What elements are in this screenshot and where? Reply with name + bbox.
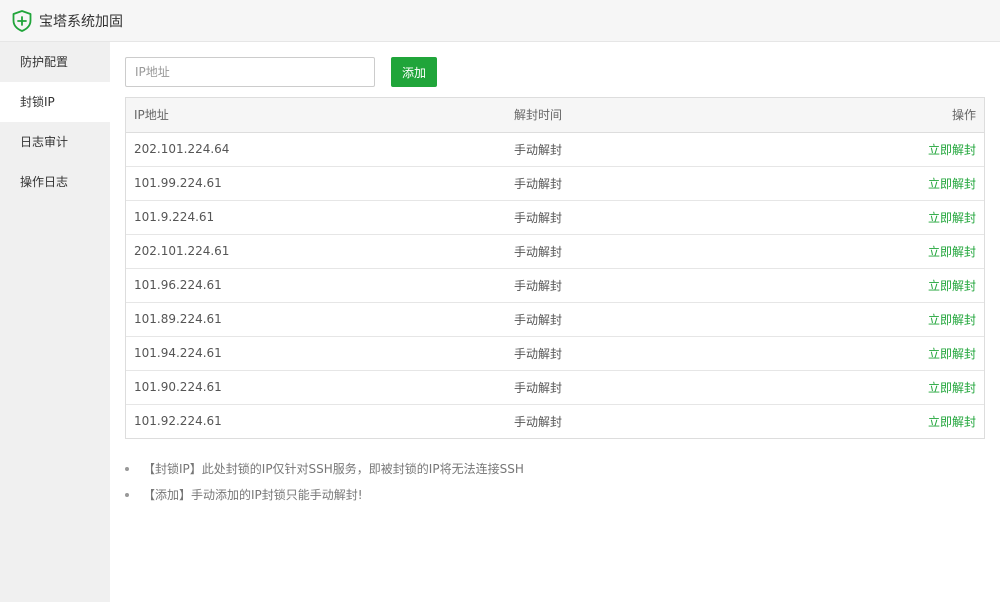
toolbar: 添加 [125, 57, 437, 87]
header-action: 操作 [886, 98, 984, 133]
tip-item-add: 【添加】手动添加的IP封锁只能手动解封! [125, 482, 524, 508]
window-title: 宝塔系统加固 [39, 13, 123, 30]
cell-ip: 101.9.224.61 [126, 200, 506, 235]
table-row: 202.101.224.61 手动解封 立即解封 [126, 234, 984, 269]
blocked-ip-table: IP地址 解封时间 操作 202.101.224.64 手动解封 立即解封 10… [125, 97, 985, 439]
cell-ip: 101.99.224.61 [126, 166, 506, 201]
sidebar-item-protection-config[interactable]: 防护配置 [0, 42, 110, 82]
sidebar-item-operation-log[interactable]: 操作日志 [0, 162, 110, 202]
title-bar: 宝塔系统加固 [0, 0, 1000, 42]
header-unlock-time: 解封时间 [506, 98, 886, 133]
cell-ip: 202.101.224.64 [126, 132, 506, 167]
cell-ip: 101.90.224.61 [126, 370, 506, 405]
unblock-now-link[interactable]: 立即解封 [928, 347, 976, 361]
sidebar-item-block-ip[interactable]: 封锁IP [0, 82, 110, 122]
cell-unlock-time: 手动解封 [514, 414, 563, 429]
shield-plus-icon [12, 9, 32, 32]
table-header-row: IP地址 解封时间 操作 [126, 98, 984, 133]
cell-unlock-time: 手动解封 [506, 200, 886, 235]
cell-unlock-time: 手动解封 [506, 336, 886, 371]
add-button[interactable]: 添加 [391, 57, 437, 87]
cell-unlock-time: 手动解封 [506, 268, 886, 303]
cell-ip: 101.89.224.61 [126, 302, 506, 337]
table-row: 101.9.224.61 手动解封 立即解封 [126, 200, 984, 235]
unblock-now-link[interactable]: 立即解封 [928, 381, 976, 395]
table-row: 101.96.224.61 手动解封 立即解封 [126, 268, 984, 303]
cell-unlock-time: 手动解封 [506, 132, 886, 167]
tip-item-block-ip: 【封锁IP】此处封锁的IP仅针对SSH服务，即被封锁的IP将无法连接SSH [125, 456, 524, 482]
cell-ip: 101.94.224.61 [126, 336, 506, 371]
tips-list: 【封锁IP】此处封锁的IP仅针对SSH服务，即被封锁的IP将无法连接SSH 【添… [125, 456, 524, 508]
unblock-now-link[interactable]: 立即解封 [928, 143, 976, 157]
table-row: 101.89.224.61 手动解封 立即解封 [126, 302, 984, 337]
unblock-now-link[interactable]: 立即解封 [928, 211, 976, 225]
cell-unlock-time: 手动解封 [506, 166, 886, 201]
unblock-now-link[interactable]: 立即解封 [928, 313, 976, 327]
table-row: 101.99.224.61 手动解封 立即解封 [126, 166, 984, 201]
cell-ip: 101.92.224.61 [134, 414, 222, 429]
main-content: 添加 IP地址 解封时间 操作 202.101.224.64 手动解封 立即解封… [110, 42, 1000, 602]
table-row: 101.92.224.61 手动解封 立即解封 [126, 404, 984, 438]
cell-unlock-time: 手动解封 [506, 370, 886, 405]
header-ip: IP地址 [126, 98, 506, 133]
table-row: 202.101.224.64 手动解封 立即解封 [126, 132, 984, 167]
table-row: 101.90.224.61 手动解封 立即解封 [126, 370, 984, 405]
unblock-now-link[interactable]: 立即解封 [928, 279, 976, 293]
cell-ip: 202.101.224.61 [126, 234, 506, 269]
sidebar: 防护配置 封锁IP 日志审计 操作日志 [0, 42, 110, 602]
unblock-now-link[interactable]: 立即解封 [928, 177, 976, 191]
unblock-now-link[interactable]: 立即解封 [928, 245, 976, 259]
cell-unlock-time: 手动解封 [506, 234, 886, 269]
cell-unlock-time: 手动解封 [506, 302, 886, 337]
cell-ip: 101.96.224.61 [126, 268, 506, 303]
table-row: 101.94.224.61 手动解封 立即解封 [126, 336, 984, 371]
sidebar-item-log-audit[interactable]: 日志审计 [0, 122, 110, 162]
ip-address-input[interactable] [125, 57, 375, 87]
unblock-now-link[interactable]: 立即解封 [928, 415, 976, 429]
